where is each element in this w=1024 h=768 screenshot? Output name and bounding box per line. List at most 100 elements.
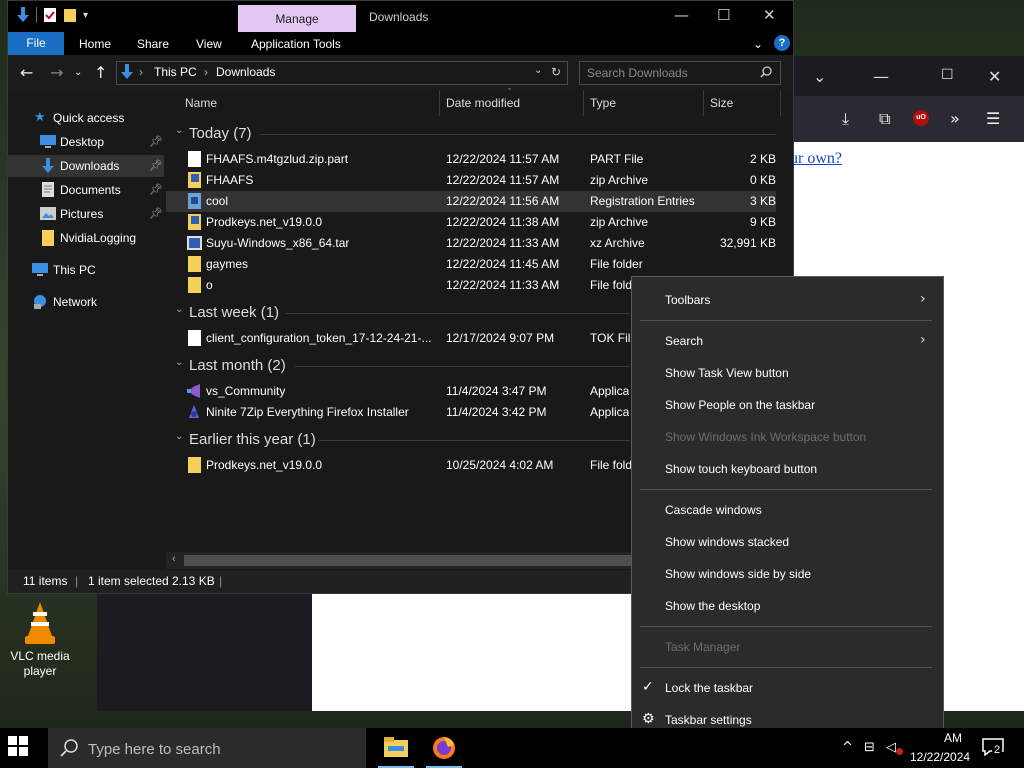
maximize-icon[interactable]: ☐ (717, 6, 730, 24)
clock-time[interactable]: AM (944, 731, 962, 745)
menu-item-search[interactable]: Search (665, 334, 703, 348)
sidebar-item-documents[interactable]: Documents 📌︎ (7, 179, 164, 201)
tab-share[interactable]: Share (137, 37, 169, 51)
minimize-icon[interactable]: — (674, 6, 689, 24)
sidebar-item-this-pc[interactable]: This PC (7, 259, 164, 281)
menu-item-show-task-view[interactable]: Show Task View button (665, 366, 789, 380)
refresh-icon[interactable]: ↻ (551, 65, 561, 79)
column-header-type[interactable]: Type (590, 96, 616, 110)
group-header-earlier-this-year[interactable]: Earlier this year (1) (189, 431, 316, 448)
search-icon[interactable] (760, 66, 772, 78)
file-type: File folder (590, 257, 643, 271)
sidebar-item-network[interactable]: Network (7, 291, 164, 313)
menu-item-show-desktop[interactable]: Show the desktop (665, 599, 760, 613)
pin-icon[interactable]: 📌︎ (149, 135, 163, 148)
hamburger-menu-icon[interactable]: ☰ (986, 109, 1000, 128)
tab-application-tools[interactable]: Application Tools (251, 37, 341, 51)
chevron-down-icon[interactable]: ⌄ (813, 67, 826, 86)
collapse-group-icon[interactable]: ⌄ (175, 304, 183, 315)
sidebar-item-label: NvidiaLogging (60, 231, 137, 245)
sidebar-item-pictures[interactable]: Pictures 📌︎ (7, 203, 164, 225)
file-explorer-icon (384, 737, 408, 757)
desktop-shortcut-vlc[interactable]: VLC media player (10, 600, 70, 679)
address-dropdown-icon[interactable]: ⌄ (534, 65, 542, 76)
tab-view[interactable]: View (196, 37, 222, 51)
breadcrumb-downloads[interactable]: Downloads (216, 65, 275, 79)
file-date: 12/22/2024 11:56 AM (446, 194, 560, 208)
pin-icon[interactable]: 📌︎ (149, 159, 163, 172)
up-icon[interactable]: ↑ (94, 63, 107, 82)
column-header-name[interactable]: Name (185, 96, 217, 110)
notification-center[interactable]: 2 (982, 738, 1004, 757)
download-arrow-icon[interactable] (16, 7, 30, 23)
divider: | (219, 574, 223, 588)
menu-item-show-touch-keyboard[interactable]: Show touch keyboard button (665, 462, 817, 476)
downloads-icon[interactable]: ⤓ (842, 109, 849, 129)
scrollbar-thumb[interactable] (184, 555, 634, 566)
file-name: Ninite 7Zip Everything Firefox Installer (206, 405, 409, 419)
file-row[interactable]: Suyu-Windows_x86_64.tar 12/22/2024 11:33… (166, 233, 776, 254)
breadcrumb-this-pc[interactable]: This PC (154, 65, 197, 79)
recent-locations-icon[interactable]: ⌄ (74, 67, 82, 78)
close-icon[interactable]: ✕ (988, 67, 1001, 86)
sidebar-item-downloads[interactable]: Downloads 📌︎ (7, 155, 164, 177)
manage-tab[interactable]: Manage (238, 5, 356, 32)
file-type: zip Archive (590, 173, 649, 187)
menu-item-cascade-windows[interactable]: Cascade windows (665, 503, 762, 517)
group-header-today[interactable]: Today (7) (189, 125, 252, 142)
vlc-icon (25, 602, 55, 644)
sidebar-item-quick-access[interactable]: ★ Quick access (7, 107, 164, 129)
file-row[interactable]: gaymes 12/22/2024 11:45 AM File folder (166, 254, 776, 275)
chevron-up-icon[interactable]: ^ (842, 740, 853, 755)
column-header-size[interactable]: Size (710, 96, 733, 110)
group-header-last-month[interactable]: Last month (2) (189, 357, 286, 374)
file-row[interactable]: FHAAFS 12/22/2024 11:57 AM zip Archive 0… (166, 170, 776, 191)
minimize-icon[interactable]: — (873, 67, 889, 86)
close-icon[interactable]: ✕ (763, 6, 776, 24)
taskbar-file-explorer[interactable] (372, 728, 420, 768)
help-icon[interactable]: ? (774, 35, 790, 51)
menu-item-toolbars[interactable]: Toolbars (665, 293, 710, 307)
menu-item-lock-taskbar[interactable]: Lock the taskbar (665, 681, 753, 695)
collapse-group-icon[interactable]: ⌄ (175, 431, 183, 442)
tab-home[interactable]: Home (79, 37, 111, 51)
column-header-date-modified[interactable]: Date modified (446, 96, 520, 110)
maximize-icon[interactable]: ☐ (941, 67, 954, 83)
ribbon-expand-icon[interactable]: ⌄ (753, 37, 763, 51)
pin-icon[interactable]: 📌︎ (149, 183, 163, 196)
breadcrumb-separator-icon[interactable]: › (139, 65, 143, 79)
taskbar-firefox[interactable] (420, 728, 468, 768)
new-folder-icon[interactable] (63, 7, 77, 23)
menu-item-show-windows-side-by-side[interactable]: Show windows side by side (665, 567, 811, 581)
file-row-selected[interactable]: cool 12/22/2024 11:56 AM Registration En… (166, 191, 776, 212)
ublock-icon[interactable]: uO (913, 110, 929, 126)
collapse-group-icon[interactable]: ⌄ (175, 125, 183, 136)
forward-icon[interactable]: → (50, 63, 63, 82)
clock-date[interactable]: 12/22/2024 (910, 750, 970, 764)
customize-dropdown-icon[interactable]: ▾ (83, 10, 88, 21)
properties-icon[interactable] (43, 7, 57, 23)
menu-item-show-people[interactable]: Show People on the taskbar (665, 398, 815, 412)
collapse-group-icon[interactable]: ⌄ (175, 357, 183, 368)
page-link[interactable]: ur own? (790, 150, 842, 168)
back-icon[interactable]: ← (20, 63, 33, 82)
menu-item-taskbar-settings[interactable]: Taskbar settings (665, 713, 752, 727)
network-status-icon[interactable]: ⊟ (864, 740, 875, 755)
group-header-last-week[interactable]: Last week (1) (189, 304, 279, 321)
tab-file[interactable]: File (8, 32, 64, 55)
windows-start-icon[interactable] (8, 736, 28, 756)
sidebar-item-nvidialogging[interactable]: NvidiaLogging (7, 227, 164, 249)
zip-icon (188, 172, 201, 188)
menu-item-show-windows-stacked[interactable]: Show windows stacked (665, 535, 789, 549)
extensions-icon[interactable]: ⧉ (879, 109, 890, 129)
breadcrumb-separator-icon[interactable]: › (204, 65, 208, 79)
volume-muted-icon[interactable]: ◁ (886, 740, 896, 755)
ninite-icon (189, 405, 199, 418)
file-type: File fold (590, 278, 633, 292)
sidebar-item-desktop[interactable]: Desktop 📌︎ (7, 131, 164, 153)
scroll-left-icon[interactable]: ‹ (172, 553, 176, 565)
pin-icon[interactable]: 📌︎ (149, 207, 163, 220)
overflow-icon[interactable]: » (950, 109, 960, 128)
file-row[interactable]: FHAAFS.m4tgzlud.zip.part 12/22/2024 11:5… (166, 149, 776, 170)
file-row[interactable]: Prodkeys.net_v19.0.0 12/22/2024 11:38 AM… (166, 212, 776, 233)
